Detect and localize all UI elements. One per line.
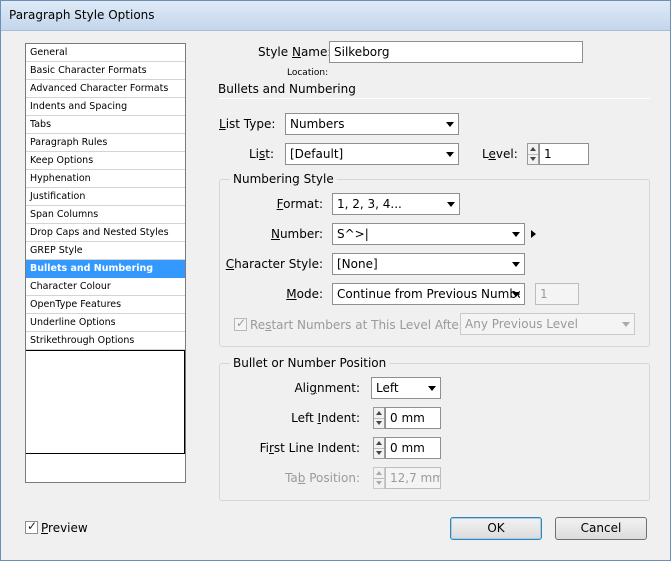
down-arrow-icon: [376, 451, 382, 455]
sidebar-item[interactable]: Basic Character Formats: [26, 62, 185, 80]
sidebar-item[interactable]: Tabs: [26, 116, 185, 134]
character-style-select[interactable]: [None]: [332, 253, 525, 275]
sidebar-item[interactable]: Underline Options: [26, 314, 185, 332]
first-line-indent-input[interactable]: 0 mm: [385, 437, 441, 459]
checkmark-icon: ✓: [236, 316, 247, 330]
format-label: Format:: [276, 197, 323, 211]
list-select[interactable]: [Default]: [285, 143, 459, 165]
cancel-button[interactable]: Cancel: [555, 517, 647, 540]
chevron-down-icon: [512, 292, 520, 297]
location-label: Location:: [287, 68, 329, 78]
left-indent-stepper[interactable]: [373, 407, 385, 429]
level-label: Level:: [482, 147, 518, 161]
up-arrow-icon: [376, 471, 382, 475]
number-input[interactable]: S^>|: [332, 223, 525, 245]
sidebar-item[interactable]: Drop Caps and Nested Styles: [26, 224, 185, 242]
sidebar-item[interactable]: OpenType Features: [26, 296, 185, 314]
sidebar-item[interactable]: Strikethrough Options: [26, 332, 185, 350]
sidebar-item[interactable]: Indents and Spacing: [26, 98, 185, 116]
special-character-menu-icon[interactable]: [531, 230, 536, 238]
sidebar-item[interactable]: Character Colour: [26, 278, 185, 296]
sidebar-item[interactable]: Justification: [26, 188, 185, 206]
tab-position-label: Tab Position:: [285, 471, 360, 485]
first-line-indent-stepper[interactable]: [373, 437, 385, 459]
ok-button[interactable]: OK: [450, 517, 542, 540]
alignment-label: Alignment:: [294, 381, 360, 395]
number-label: Number:: [270, 227, 323, 241]
first-line-indent-label: First Line Indent:: [259, 441, 360, 455]
list-type-label: List Type:: [219, 117, 276, 131]
style-name-input[interactable]: Silkeborg: [329, 41, 583, 63]
window-title: Paragraph Style Options: [9, 8, 155, 22]
position-group-title: Bullet or Number Position: [230, 356, 390, 370]
style-name-label: Style Name:: [258, 45, 332, 59]
chevron-down-icon: [447, 202, 455, 207]
list-type-select[interactable]: Numbers: [285, 113, 459, 135]
left-indent-input[interactable]: 0 mm: [385, 407, 441, 429]
mode-label: Mode:: [286, 287, 323, 301]
sidebar-item[interactable]: General: [26, 44, 185, 62]
section-divider: [218, 98, 650, 99]
sidebar-item[interactable]: Advanced Character Formats: [26, 80, 185, 98]
checkmark-icon: ✓: [27, 519, 38, 533]
title-bar[interactable]: Paragraph Style Options: [1, 1, 670, 31]
level-stepper[interactable]: [527, 143, 539, 165]
up-arrow-icon: [376, 411, 382, 415]
format-select[interactable]: 1, 2, 3, 4...: [332, 193, 460, 215]
character-style-label: Character Style:: [225, 257, 323, 271]
left-indent-label: Left Indent:: [291, 411, 360, 425]
chevron-down-icon: [622, 322, 630, 327]
restart-numbers-label: Restart Numbers at This Level After:: [250, 318, 468, 332]
chevron-down-icon: [446, 122, 454, 127]
sidebar-item[interactable]: GREP Style: [26, 242, 185, 260]
up-arrow-icon: [376, 441, 382, 445]
category-list-empty-area: [26, 350, 185, 454]
level-input[interactable]: 1: [539, 143, 589, 165]
chevron-down-icon: [512, 232, 520, 237]
preview-label: Preview: [41, 521, 88, 535]
restart-level-select[interactable]: Any Previous Level: [460, 313, 635, 335]
sidebar-item[interactable]: Bullets and Numbering: [26, 260, 185, 278]
chevron-down-icon: [446, 152, 454, 157]
sidebar-item[interactable]: Span Columns: [26, 206, 185, 224]
preview-checkbox[interactable]: ✓: [25, 519, 38, 534]
category-list[interactable]: General Basic Character Formats Advanced C…: [25, 43, 186, 483]
down-arrow-icon: [376, 481, 382, 485]
sidebar-item[interactable]: Paragraph Rules: [26, 134, 185, 152]
section-title: Bullets and Numbering: [218, 82, 356, 96]
numbering-style-title: Numbering Style: [230, 172, 337, 186]
tab-position-stepper[interactable]: [373, 467, 385, 489]
up-arrow-icon: [530, 147, 536, 151]
down-arrow-icon: [376, 421, 382, 425]
tab-position-input[interactable]: 12,7 mm: [385, 467, 441, 489]
dialog-body: General Basic Character Formats Advanced C…: [6, 31, 665, 556]
list-label: List:: [248, 147, 274, 161]
sidebar-item[interactable]: Hyphenation: [26, 170, 185, 188]
chevron-down-icon: [428, 386, 436, 391]
sidebar-item[interactable]: Keep Options: [26, 152, 185, 170]
paragraph-style-options-dialog: Paragraph Style Options General Basic Cha…: [0, 0, 671, 561]
mode-select[interactable]: Continue from Previous Numbe: [332, 283, 525, 305]
restart-numbers-checkbox[interactable]: ✓: [234, 316, 247, 331]
down-arrow-icon: [530, 157, 536, 161]
alignment-select[interactable]: Left: [371, 377, 441, 399]
mode-start-at-input[interactable]: 1: [535, 283, 579, 305]
chevron-down-icon: [512, 262, 520, 267]
